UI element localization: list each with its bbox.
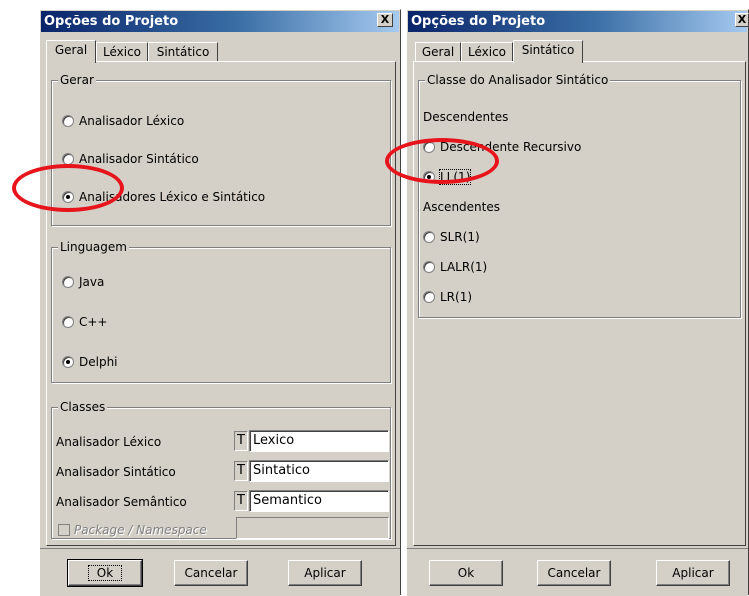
linguagem-legend: Linguagem xyxy=(58,240,129,254)
close-icon: X xyxy=(737,13,747,26)
radio-selected-icon xyxy=(423,171,435,183)
right-tab-sintatico[interactable]: Sintático xyxy=(513,40,583,63)
radio-circle-icon xyxy=(62,316,74,328)
radio-lr1[interactable]: LR(1) xyxy=(423,289,472,305)
radio-circle-icon xyxy=(423,231,435,243)
right-tab-lexico[interactable]: Léxico xyxy=(461,42,513,62)
package-namespace-checkbox[interactable]: Package / Namespace xyxy=(58,522,207,538)
class-row-label-semantico: Analisador Semântico xyxy=(56,495,187,509)
left-dialog-title-bar[interactable]: Opções do Projeto xyxy=(41,11,399,32)
button-label: Ok xyxy=(87,565,123,581)
type-tag-lexico: T xyxy=(234,431,248,451)
radio-label: Analisadores Léxico e Sintático xyxy=(79,190,266,204)
right-apply-button[interactable]: Aplicar xyxy=(656,560,730,586)
class-input-semantico[interactable]: Semantico xyxy=(249,490,389,512)
right-ok-button[interactable]: Ok xyxy=(429,560,503,586)
tab-label: Sintático xyxy=(521,43,575,57)
radio-circle-icon xyxy=(423,261,435,273)
left-tab-sintatico[interactable]: Sintático xyxy=(148,42,218,62)
radio-label: Descendente Recursivo xyxy=(440,140,582,154)
close-icon: X xyxy=(380,13,390,26)
right-dialog-title-bar[interactable]: Opções do Projeto xyxy=(408,11,747,32)
button-label: Aplicar xyxy=(672,566,714,580)
button-label: Cancelar xyxy=(547,566,601,580)
type-tag-semantico: T xyxy=(234,491,248,511)
left-ok-button[interactable]: Ok xyxy=(67,559,143,587)
checkbox-icon xyxy=(58,524,70,536)
left-tab-geral[interactable]: Geral xyxy=(46,40,96,63)
right-close-button[interactable]: X xyxy=(735,13,749,27)
radio-selected-icon xyxy=(62,356,74,368)
tab-label: Geral xyxy=(54,43,88,57)
radio-label: LALR(1) xyxy=(440,260,488,274)
tab-label: Sintático xyxy=(156,45,210,59)
radio-label: Delphi xyxy=(79,355,118,369)
ascendentes-label: Ascendentes xyxy=(423,200,500,214)
radio-label: Analisador Sintático xyxy=(79,152,199,166)
left-cancel-button[interactable]: Cancelar xyxy=(174,560,248,586)
radio-label: Analisador Léxico xyxy=(79,114,185,128)
package-namespace-input[interactable] xyxy=(236,517,389,539)
right-cancel-button[interactable]: Cancelar xyxy=(537,560,611,586)
radio-circle-icon xyxy=(62,153,74,165)
classes-group: Classes Analisador Léxico T Lexico Anali… xyxy=(51,400,391,539)
radio-descendente-recursivo[interactable]: Descendente Recursivo xyxy=(423,139,581,155)
left-apply-button[interactable]: Aplicar xyxy=(288,560,362,586)
tab-label: Geral xyxy=(421,45,455,59)
radio-cpp[interactable]: C++ xyxy=(62,314,108,330)
radio-circle-icon xyxy=(62,115,74,127)
radio-ll1[interactable]: LL(1) xyxy=(423,169,472,185)
classes-legend: Classes xyxy=(58,400,108,414)
radio-label: SLR(1) xyxy=(440,230,480,244)
window-gap xyxy=(402,9,405,595)
type-tag-sintatico: T xyxy=(234,461,248,481)
left-button-bar: Ok Cancelar Aplicar xyxy=(40,548,400,596)
radio-delphi[interactable]: Delphi xyxy=(62,354,118,370)
package-namespace-label: Package / Namespace xyxy=(74,523,207,537)
radio-java[interactable]: Java xyxy=(62,274,104,290)
radio-circle-icon xyxy=(62,276,74,288)
right-dialog-title: Opções do Projeto xyxy=(411,14,546,29)
left-tab-lexico[interactable]: Léxico xyxy=(96,42,148,62)
button-label: Cancelar xyxy=(184,566,238,580)
radio-label: Java xyxy=(79,275,105,289)
radio-label: C++ xyxy=(79,315,108,329)
gerar-group: Gerar Analisador Léxico Analisador Sintá… xyxy=(51,73,391,226)
radio-label: LL(1) xyxy=(438,169,472,185)
button-label: Aplicar xyxy=(304,566,346,580)
radio-analisador-lexico[interactable]: Analisador Léxico xyxy=(62,113,184,129)
radio-analisador-sintatico[interactable]: Analisador Sintático xyxy=(62,151,199,167)
radio-circle-icon xyxy=(423,141,435,153)
right-dialog-window: Opções do Projeto X Geral Léxico Sintáti… xyxy=(406,9,749,596)
left-close-button[interactable]: X xyxy=(377,13,393,27)
radio-lalr1[interactable]: LALR(1) xyxy=(423,259,487,275)
radio-slr1[interactable]: SLR(1) xyxy=(423,229,480,245)
radio-circle-icon xyxy=(423,291,435,303)
radio-label: LR(1) xyxy=(440,290,473,304)
right-tab-geral[interactable]: Geral xyxy=(415,42,461,62)
classe-analisador-group: Classe do Analisador Sintático Descenden… xyxy=(418,73,741,318)
left-tab-panel: Gerar Analisador Léxico Analisador Sintá… xyxy=(46,61,396,546)
button-label: Ok xyxy=(457,566,475,580)
tab-label: Léxico xyxy=(467,45,507,59)
radio-selected-icon xyxy=(62,191,74,203)
radio-analisadores-lexico-sintatico[interactable]: Analisadores Léxico e Sintático xyxy=(62,189,265,205)
class-row-label-lexico: Analisador Léxico xyxy=(56,435,162,449)
left-dialog-title: Opções do Projeto xyxy=(44,14,179,29)
class-input-lexico[interactable]: Lexico xyxy=(249,430,389,452)
right-button-bar: Ok Cancelar Aplicar xyxy=(407,548,748,596)
tab-label: Léxico xyxy=(102,45,142,59)
class-row-label-sintatico: Analisador Sintático xyxy=(56,465,176,479)
left-dialog-window: Opções do Projeto X Geral Léxico Sintáti… xyxy=(39,9,401,596)
right-tab-panel: Classe do Analisador Sintático Descenden… xyxy=(413,61,746,546)
gerar-legend: Gerar xyxy=(58,73,96,87)
classe-analisador-legend: Classe do Analisador Sintático xyxy=(425,73,611,87)
linguagem-group: Linguagem Java C++ Delphi xyxy=(51,240,391,383)
descendentes-label: Descendentes xyxy=(423,110,509,124)
class-input-sintatico[interactable]: Sintatico xyxy=(249,460,389,482)
